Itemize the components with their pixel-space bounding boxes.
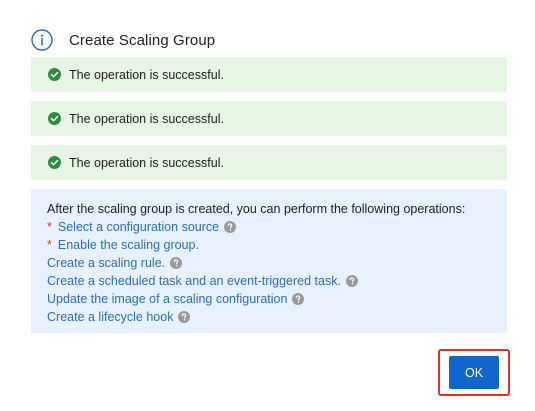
required-mark: * xyxy=(47,220,52,234)
help-icon[interactable] xyxy=(292,293,305,305)
help-icon[interactable] xyxy=(224,221,237,233)
list-item: Create a lifecycle hook xyxy=(47,308,507,326)
success-message-text: The operation is successful. xyxy=(69,155,224,170)
next-steps-panel: After the scaling group is created, you … xyxy=(31,189,507,333)
next-steps-intro: After the scaling group is created, you … xyxy=(47,202,466,216)
ok-button[interactable]: OK xyxy=(449,356,499,389)
success-message: The operation is successful. xyxy=(31,101,507,136)
check-circle-icon xyxy=(48,156,61,169)
info-icon xyxy=(31,29,53,51)
help-icon[interactable] xyxy=(178,311,191,323)
check-circle-icon xyxy=(48,68,61,81)
dialog-title: Create Scaling Group xyxy=(69,31,216,49)
success-message-text: The operation is successful. xyxy=(69,111,224,126)
dialog-header: Create Scaling Group xyxy=(31,29,215,51)
success-message: The operation is successful. xyxy=(31,57,507,92)
create-scheduled-task-link[interactable]: Create a scheduled task and an event-tri… xyxy=(47,272,341,290)
create-scaling-rule-link[interactable]: Create a scaling rule. xyxy=(47,254,165,272)
list-item: Create a scaling rule. xyxy=(47,254,507,272)
list-item: * Select a configuration source xyxy=(47,218,507,236)
list-item: Create a scheduled task and an event-tri… xyxy=(47,272,507,290)
list-item: * Enable the scaling group. xyxy=(47,236,507,254)
help-icon[interactable] xyxy=(170,257,183,269)
success-message-text: The operation is successful. xyxy=(69,67,224,82)
update-image-link[interactable]: Update the image of a scaling configurat… xyxy=(47,290,287,308)
success-message: The operation is successful. xyxy=(31,145,507,180)
help-icon[interactable] xyxy=(345,275,358,287)
enable-scaling-group-link[interactable]: Enable the scaling group. xyxy=(58,236,199,254)
check-circle-icon xyxy=(48,112,61,125)
create-lifecycle-hook-link[interactable]: Create a lifecycle hook xyxy=(47,308,173,326)
required-mark: * xyxy=(47,238,52,252)
select-configuration-source-link[interactable]: Select a configuration source xyxy=(58,218,219,236)
list-item: Update the image of a scaling configurat… xyxy=(47,290,507,308)
